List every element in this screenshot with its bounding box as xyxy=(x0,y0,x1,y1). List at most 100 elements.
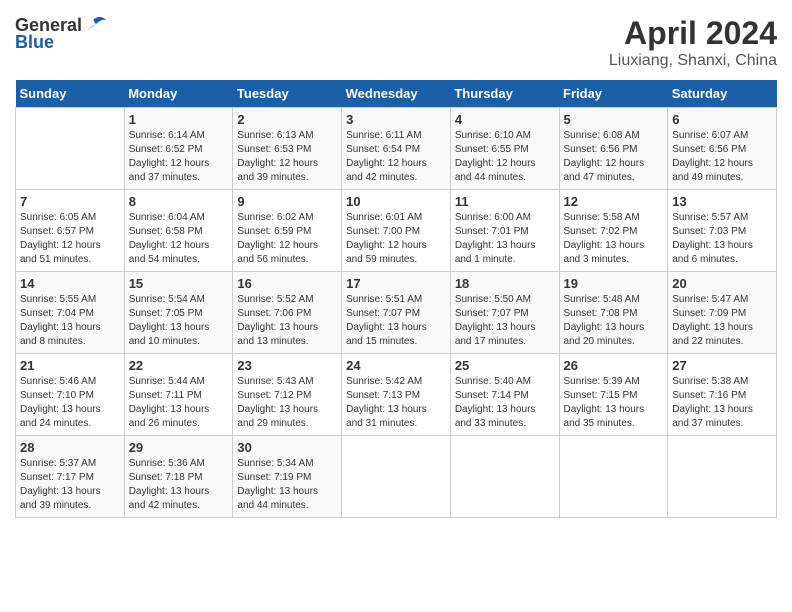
day-info: Sunrise: 5:43 AMSunset: 7:12 PMDaylight:… xyxy=(237,375,337,431)
day-number: 27 xyxy=(672,358,772,373)
day-info: Sunrise: 6:14 AMSunset: 6:52 PMDaylight:… xyxy=(129,129,229,185)
day-number: 24 xyxy=(346,358,446,373)
day-number: 2 xyxy=(237,112,337,127)
calendar-cell xyxy=(450,436,559,518)
calendar-cell: 11 Sunrise: 6:00 AMSunset: 7:01 PMDayligh… xyxy=(450,190,559,272)
day-info: Sunrise: 5:50 AMSunset: 7:07 PMDaylight:… xyxy=(455,293,555,349)
day-number: 4 xyxy=(455,112,555,127)
day-number: 30 xyxy=(237,440,337,455)
calendar-cell: 7Sunrise: 6:05 AMSunset: 6:57 PMDaylight… xyxy=(16,190,125,272)
calendar-cell xyxy=(668,436,777,518)
day-number: 16 xyxy=(237,276,337,291)
title-section: April 2024 Liuxiang, Shanxi, China xyxy=(609,15,777,70)
calendar-cell: 2 Sunrise: 6:13 AMSunset: 6:53 PMDaylight… xyxy=(233,108,342,190)
day-info: Sunrise: 6:11 AMSunset: 6:54 PMDaylight:… xyxy=(346,129,446,185)
day-of-week-header: Sunday xyxy=(16,80,125,108)
day-of-week-header: Wednesday xyxy=(342,80,451,108)
calendar-cell: 1 Sunrise: 6:14 AMSunset: 6:52 PMDaylight… xyxy=(124,108,233,190)
day-info: Sunrise: 6:04 AMSunset: 6:58 PMDaylight:… xyxy=(129,211,229,267)
main-title: April 2024 xyxy=(609,15,777,52)
day-number: 25 xyxy=(455,358,555,373)
calendar-cell: 24 Sunrise: 5:42 AMSunset: 7:13 PMDayligh… xyxy=(342,354,451,436)
day-of-week-header: Saturday xyxy=(668,80,777,108)
day-number: 21 xyxy=(20,358,120,373)
day-info: Sunrise: 5:38 AMSunset: 7:16 PMDaylight:… xyxy=(672,375,772,431)
calendar-cell: 15 Sunrise: 5:54 AMSunset: 7:05 PMDayligh… xyxy=(124,272,233,354)
calendar-cell: 26Sunrise: 5:39 AMSunset: 7:15 PMDayligh… xyxy=(559,354,668,436)
day-number: 12 xyxy=(564,194,664,209)
calendar-cell: 22Sunrise: 5:44 AMSunset: 7:11 PMDayligh… xyxy=(124,354,233,436)
calendar-cell: 23 Sunrise: 5:43 AMSunset: 7:12 PMDayligh… xyxy=(233,354,342,436)
calendar-table: SundayMondayTuesdayWednesdayThursdayFrid… xyxy=(15,80,777,518)
calendar-week-row: 1 Sunrise: 6:14 AMSunset: 6:52 PMDaylight… xyxy=(16,108,777,190)
calendar-cell: 18Sunrise: 5:50 AMSunset: 7:07 PMDayligh… xyxy=(450,272,559,354)
day-info: Sunrise: 5:52 AMSunset: 7:06 PMDaylight:… xyxy=(237,293,337,349)
calendar-cell: 5 Sunrise: 6:08 AMSunset: 6:56 PMDaylight… xyxy=(559,108,668,190)
logo: General Blue xyxy=(15,15,108,53)
day-info: Sunrise: 5:51 AMSunset: 7:07 PMDaylight:… xyxy=(346,293,446,349)
day-number: 28 xyxy=(20,440,120,455)
calendar-cell: 6 Sunrise: 6:07 AMSunset: 6:56 PMDaylight… xyxy=(668,108,777,190)
day-info: Sunrise: 5:44 AMSunset: 7:11 PMDaylight:… xyxy=(129,375,229,431)
day-info: Sunrise: 5:39 AMSunset: 7:15 PMDaylight:… xyxy=(564,375,664,431)
calendar-cell: 8 Sunrise: 6:04 AMSunset: 6:58 PMDaylight… xyxy=(124,190,233,272)
calendar-cell: 29Sunrise: 5:36 AMSunset: 7:18 PMDayligh… xyxy=(124,436,233,518)
calendar-cell xyxy=(559,436,668,518)
calendar-cell: 4 Sunrise: 6:10 AMSunset: 6:55 PMDaylight… xyxy=(450,108,559,190)
day-info: Sunrise: 6:01 AMSunset: 7:00 PMDaylight:… xyxy=(346,211,446,267)
calendar-cell: 30 Sunrise: 5:34 AMSunset: 7:19 PMDayligh… xyxy=(233,436,342,518)
day-info: Sunrise: 6:00 AMSunset: 7:01 PMDaylight:… xyxy=(455,211,555,267)
calendar-cell: 17 Sunrise: 5:51 AMSunset: 7:07 PMDayligh… xyxy=(342,272,451,354)
day-info: Sunrise: 6:10 AMSunset: 6:55 PMDaylight:… xyxy=(455,129,555,185)
day-number: 6 xyxy=(672,112,772,127)
calendar-cell: 16 Sunrise: 5:52 AMSunset: 7:06 PMDayligh… xyxy=(233,272,342,354)
calendar-cell: 12 Sunrise: 5:58 AMSunset: 7:02 PMDayligh… xyxy=(559,190,668,272)
calendar-cell: 10 Sunrise: 6:01 AMSunset: 7:00 PMDayligh… xyxy=(342,190,451,272)
day-number: 1 xyxy=(129,112,229,127)
calendar-cell: 3 Sunrise: 6:11 AMSunset: 6:54 PMDaylight… xyxy=(342,108,451,190)
day-info: Sunrise: 5:42 AMSunset: 7:13 PMDaylight:… xyxy=(346,375,446,431)
day-number: 5 xyxy=(564,112,664,127)
day-info: Sunrise: 5:58 AMSunset: 7:02 PMDaylight:… xyxy=(564,211,664,267)
day-number: 13 xyxy=(672,194,772,209)
logo-bird-icon xyxy=(84,16,108,36)
day-info: Sunrise: 6:07 AMSunset: 6:56 PMDaylight:… xyxy=(672,129,772,185)
calendar-cell xyxy=(16,108,125,190)
day-number: 10 xyxy=(346,194,446,209)
calendar-cell: 19 Sunrise: 5:48 AMSunset: 7:08 PMDayligh… xyxy=(559,272,668,354)
day-info: Sunrise: 5:48 AMSunset: 7:08 PMDaylight:… xyxy=(564,293,664,349)
calendar-cell: 25 Sunrise: 5:40 AMSunset: 7:14 PMDayligh… xyxy=(450,354,559,436)
day-number: 14 xyxy=(20,276,120,291)
day-info: Sunrise: 5:40 AMSunset: 7:14 PMDaylight:… xyxy=(455,375,555,431)
day-of-week-header: Tuesday xyxy=(233,80,342,108)
day-info: Sunrise: 5:46 AMSunset: 7:10 PMDaylight:… xyxy=(20,375,120,431)
calendar-cell: 9Sunrise: 6:02 AMSunset: 6:59 PMDaylight… xyxy=(233,190,342,272)
sub-title: Liuxiang, Shanxi, China xyxy=(609,52,777,70)
calendar-week-row: 14 Sunrise: 5:55 AMSunset: 7:04 PMDayligh… xyxy=(16,272,777,354)
day-info: Sunrise: 5:57 AMSunset: 7:03 PMDaylight:… xyxy=(672,211,772,267)
day-of-week-header: Thursday xyxy=(450,80,559,108)
day-number: 3 xyxy=(346,112,446,127)
calendar-header-row: SundayMondayTuesdayWednesdayThursdayFrid… xyxy=(16,80,777,108)
day-number: 7 xyxy=(20,194,120,209)
day-info: Sunrise: 6:13 AMSunset: 6:53 PMDaylight:… xyxy=(237,129,337,185)
day-number: 17 xyxy=(346,276,446,291)
day-number: 15 xyxy=(129,276,229,291)
day-info: Sunrise: 6:02 AMSunset: 6:59 PMDaylight:… xyxy=(237,211,337,267)
calendar-cell: 28Sunrise: 5:37 AMSunset: 7:17 PMDayligh… xyxy=(16,436,125,518)
day-info: Sunrise: 5:34 AMSunset: 7:19 PMDaylight:… xyxy=(237,457,337,513)
header: General Blue April 2024 Liuxiang, Shanxi… xyxy=(15,15,777,70)
calendar-week-row: 7Sunrise: 6:05 AMSunset: 6:57 PMDaylight… xyxy=(16,190,777,272)
calendar-cell: 21 Sunrise: 5:46 AMSunset: 7:10 PMDayligh… xyxy=(16,354,125,436)
calendar-cell: 20Sunrise: 5:47 AMSunset: 7:09 PMDayligh… xyxy=(668,272,777,354)
day-info: Sunrise: 5:54 AMSunset: 7:05 PMDaylight:… xyxy=(129,293,229,349)
day-number: 11 xyxy=(455,194,555,209)
calendar-cell: 13 Sunrise: 5:57 AMSunset: 7:03 PMDayligh… xyxy=(668,190,777,272)
day-number: 23 xyxy=(237,358,337,373)
day-info: Sunrise: 5:55 AMSunset: 7:04 PMDaylight:… xyxy=(20,293,120,349)
day-number: 20 xyxy=(672,276,772,291)
day-number: 8 xyxy=(129,194,229,209)
day-number: 19 xyxy=(564,276,664,291)
calendar-cell xyxy=(342,436,451,518)
day-info: Sunrise: 6:08 AMSunset: 6:56 PMDaylight:… xyxy=(564,129,664,185)
